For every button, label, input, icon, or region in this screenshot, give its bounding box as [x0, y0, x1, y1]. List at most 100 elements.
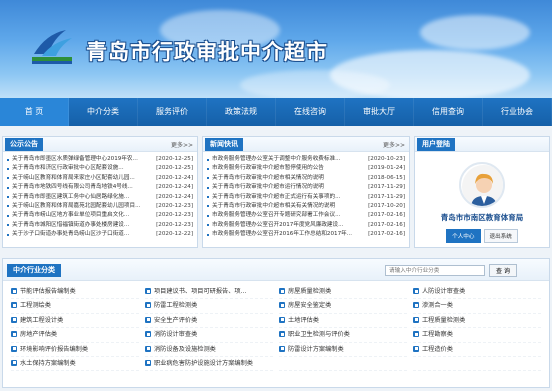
list-item[interactable]: 关于崂山区教育和体育局来家庄小区配套幼儿园... [2020-12-24] [7, 173, 193, 184]
category-item[interactable]: 安全生产评价类 [145, 314, 273, 329]
category-icon [413, 331, 419, 338]
category-label: 职业病危害防护设施设计方案编制类 [154, 359, 253, 367]
category-item[interactable]: 工程质量检测类 [413, 314, 541, 329]
list-item[interactable]: 关于青岛市行政审批中介超市相关情况的说明 [2018-06-15] [207, 173, 405, 184]
category-label: 职业卫生检测与评价类 [288, 331, 350, 339]
category-item[interactable]: 职业病危害防护设施设计方案编制类 [145, 357, 273, 372]
category-item[interactable]: 工程测绘类 [11, 299, 139, 314]
category-item[interactable]: 建筑工程设计类 [11, 314, 139, 329]
category-label: 水土保持方案编制类 [20, 359, 76, 367]
nav-credit-query[interactable]: 信用查询 [414, 98, 483, 126]
list-item[interactable]: 关于青岛市地铁四号线有限公司青岛地铁4号线... [2020-12-24] [7, 183, 193, 193]
item-title: 关于青岛市行政审批中介超市运行情况的说明 [212, 184, 324, 191]
nav-policies[interactable]: 政策法规 [207, 98, 276, 126]
category-icon [145, 288, 151, 294]
category-item[interactable]: 消防设计审查类 [145, 328, 273, 343]
category-icon [11, 316, 17, 323]
nav-categories[interactable]: 中介分类 [69, 98, 138, 126]
category-label: 房屋质量检测类 [288, 288, 332, 295]
site-title: 青岛市行政审批中介超市 [86, 39, 328, 64]
list-item[interactable]: 市政务服务管理办公室召开2016年工作总结和2017年... [2017-02-1… [207, 230, 405, 240]
list-item[interactable]: 关于青岛市行政审批中介超市运行情况的说明 [2017-11-29] [207, 183, 405, 193]
category-icon [145, 345, 151, 352]
category-item[interactable]: 人防设计审查类 [413, 285, 541, 300]
site-header: 青岛市行政审批中介超市 [0, 0, 552, 98]
category-item[interactable]: 房屋质量检测类 [279, 285, 407, 300]
item-date: [2020-12-22] [154, 230, 193, 240]
list-item[interactable]: 关于沙子口街道办事处青岛崂山区沙子口街道... [2020-12-22] [7, 230, 193, 240]
list-item[interactable]: 市政务服务管理办公室关于调整中介服务收费标准... [2020-10-23] [207, 155, 405, 165]
item-date: [2020-12-25] [154, 164, 193, 174]
list-item[interactable]: 市政务服务管理办公室召开专题研究部署工作会议... [2017-02-16] [207, 211, 405, 221]
category-item[interactable]: 项目建议书、项目可研报告、项... [145, 285, 273, 300]
category-label: 工程勘察类 [422, 331, 453, 339]
category-item[interactable]: 环境影响评价报告编制类 [11, 343, 139, 357]
more-link[interactable]: 更多>> [383, 140, 405, 149]
category-icon [279, 302, 285, 309]
category-icon [279, 316, 285, 323]
nav-home[interactable]: 首 页 [0, 98, 69, 126]
category-item[interactable]: 消防设备及设施检测类 [145, 343, 273, 357]
list-item[interactable]: 关于青岛市和济区行政审批中心区配套设施... [2020-12-25] [7, 164, 193, 174]
item-date: [2017-10-20] [366, 201, 405, 212]
list-item[interactable]: 关于崂山区教育和体育局嘉苑北园配套幼儿园项目... [2020-12-23] [7, 201, 193, 212]
category-item[interactable]: 防雷设计方案编制类 [279, 343, 407, 357]
panel-title: 用户登陆 [417, 138, 455, 151]
category-item[interactable]: 工程勘察类 [413, 328, 541, 343]
more-link[interactable]: 更多>> [171, 140, 193, 149]
nav-associations[interactable]: 行业协会 [483, 98, 552, 126]
category-label: 防雷设计方案编制类 [288, 345, 344, 353]
item-date: [2020-12-24] [154, 192, 193, 202]
nav-service-rating[interactable]: 服务评价 [138, 98, 207, 126]
category-label: 项目建议书、项目可研报告、项... [154, 288, 247, 295]
list-item[interactable]: 市政务服务管理办公室召开2017年度党风廉政建设... [2017-02-16] [207, 220, 405, 231]
item-title: 关于青岛市即墨区水质弹绿备管理中心2019年农... [12, 156, 138, 162]
cloud-decoration [420, 15, 530, 50]
item-date: [2017-11-29] [366, 192, 405, 202]
org-name: 青岛市市南区教育体育局 [440, 213, 524, 222]
item-date: [2017-02-16] [366, 211, 405, 221]
list-item[interactable]: 关于青岛市即墨区水质弹绿备管理中心2019年农... [2020-12-25] [7, 155, 193, 165]
category-search-input[interactable] [385, 265, 485, 276]
item-title: 关于崂山区教育和体育局嘉苑北园配套幼儿园项目... [12, 202, 141, 209]
list-item[interactable]: 关于青岛市崂山区地方事业单位项目重启文化... [2020-12-23] [7, 211, 193, 221]
category-item[interactable]: 工程造价类 [413, 343, 541, 357]
main-nav: 首 页 中介分类 服务评价 政策法规 在线咨询 审批大厅 信用查询 行业协会 [0, 98, 552, 126]
cloud-decoration [240, 70, 390, 98]
category-label: 消防设备及设施检测类 [154, 345, 216, 353]
category-label: 环境影响评价报告编制类 [20, 345, 89, 353]
category-icon [413, 288, 419, 294]
category-item[interactable]: 水土保持方案编制类 [11, 357, 139, 372]
category-item[interactable]: 节能评估报告编制类 [11, 285, 139, 300]
list-item[interactable]: 市政务服务行政审批中介超市暂停使用的公告 [2019-01-24] [207, 164, 405, 174]
list-item[interactable]: 关于青岛市即墨区建筑工务中心仙居路绿化施... [2020-12-24] [7, 192, 193, 202]
item-date: [2020-12-24] [154, 173, 193, 184]
item-date: [2020-12-23] [154, 201, 193, 212]
category-label: 房地产评估类 [20, 331, 58, 339]
panel-title: 新闻快讯 [205, 138, 243, 151]
nav-approval-hall[interactable]: 审批大厅 [345, 98, 414, 126]
category-item[interactable]: 职业卫生检测与评价类 [279, 328, 407, 343]
nav-online-consult[interactable]: 在线咨询 [276, 98, 345, 126]
category-item[interactable]: 房屋安全鉴定类 [279, 299, 407, 314]
category-label: 房屋安全鉴定类 [288, 302, 332, 310]
item-date: [2018-06-15] [366, 173, 405, 184]
category-item[interactable]: 渗测合一类 [413, 299, 541, 314]
category-item[interactable]: 土地评估类 [279, 314, 407, 329]
category-icon [145, 316, 151, 323]
list-item[interactable]: 关于青岛市行政审批中介超市正式运行有关事项的... [2017-11-29] [207, 192, 405, 202]
category-item[interactable]: 房地产评估类 [11, 328, 139, 343]
category-icon [11, 302, 17, 309]
item-date: [2017-02-16] [366, 220, 405, 231]
panel-title: 公示公告 [5, 138, 43, 151]
item-date: [2020-12-23] [154, 211, 193, 221]
logout-button[interactable]: 退出系统 [483, 229, 518, 243]
category-item[interactable]: 防雷工程检测类 [145, 299, 273, 314]
user-center-button[interactable]: 个人中心 [446, 229, 481, 243]
list-item[interactable]: 关于青岛市行政审批中介超市相关有关情况的说明 [2017-10-20] [207, 201, 405, 212]
item-title: 市政务服务管理办公室召开2016年工作总结和2017年... [212, 231, 353, 238]
search-button[interactable]: 查 询 [489, 264, 517, 277]
category-section: 中介行业分类 查 询 节能评估报告编制类 项目建议书、项目可研报告、项... 房屋质… [2, 258, 550, 388]
list-item[interactable]: 关于青岛市城阳区惜福镇街道办事处楼房建设... [2020-12-23] [7, 220, 193, 231]
category-label: 消防设计审查类 [154, 331, 198, 339]
